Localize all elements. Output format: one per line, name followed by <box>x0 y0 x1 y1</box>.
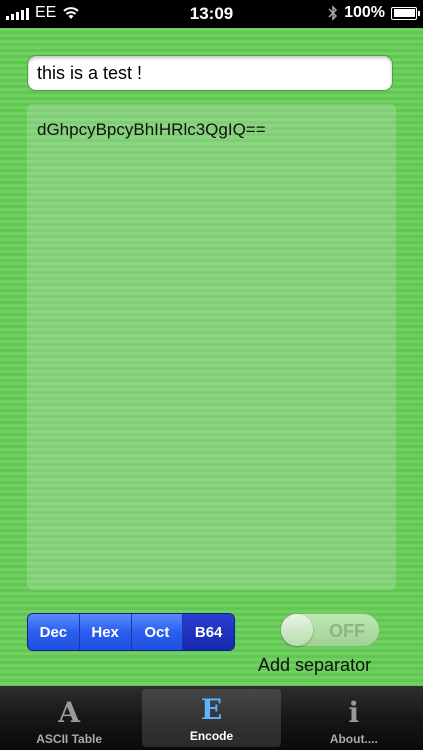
ascii-table-icon: A <box>58 696 81 729</box>
tab-label: About.... <box>329 732 378 746</box>
segment-dec[interactable]: Dec <box>28 614 80 650</box>
battery-icon <box>391 6 420 20</box>
battery-percent: 100% <box>344 4 385 21</box>
toggle-knob[interactable] <box>281 614 313 646</box>
toggle-state-label: OFF <box>329 621 365 641</box>
encode-view: this is a test ! dGhpcyBpcyBhIHRlc3QgIQ=… <box>0 28 423 686</box>
bluetooth-icon <box>328 5 338 21</box>
segment-oct[interactable]: Oct <box>131 614 184 650</box>
tab-about[interactable]: i About.... <box>285 686 423 750</box>
segment-hex[interactable]: Hex <box>79 614 132 650</box>
tab-ascii-table[interactable]: A ASCII Table <box>0 686 138 750</box>
encoded-output: dGhpcyBpcyBhIHRlc3QgIQ== <box>27 104 396 590</box>
info-icon: i <box>348 696 360 729</box>
segment-b64[interactable]: B64 <box>183 614 234 650</box>
tab-encode[interactable]: E Encode <box>142 689 281 747</box>
separator-toggle[interactable]: OFF <box>280 613 380 647</box>
encode-icon: E <box>200 693 223 726</box>
encoding-segmented-control[interactable]: Dec Hex Oct B64 <box>27 613 235 651</box>
tab-bar: A ASCII Table E Encode i About.... <box>0 686 423 750</box>
status-right: 100% <box>328 4 420 22</box>
text-input[interactable]: this is a test ! <box>27 55 393 91</box>
status-bar: EE 13:09 100% <box>0 0 423 28</box>
tab-label: Encode <box>189 729 234 743</box>
separator-label: Add separator <box>258 655 372 675</box>
tab-label: ASCII Table <box>36 732 103 746</box>
